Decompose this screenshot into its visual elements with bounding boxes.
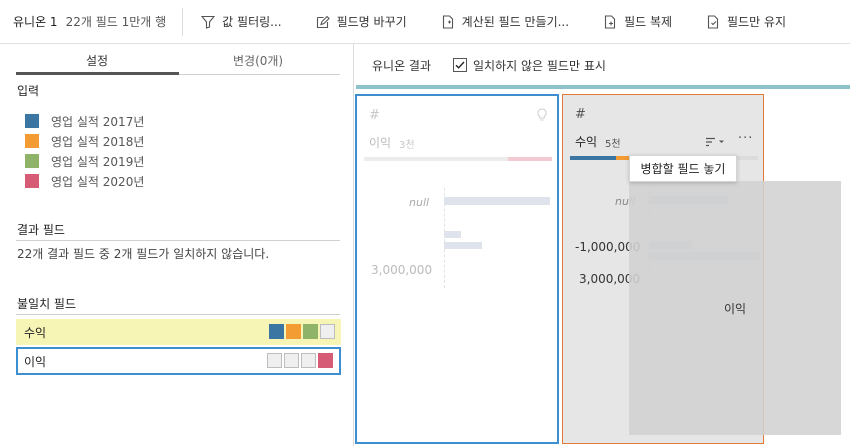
presence-square: [269, 324, 284, 339]
input-color-swatch: [25, 154, 39, 168]
input-label: 영업 실적 2018년: [51, 134, 145, 149]
input-item: 영업 실적 2019년: [25, 151, 144, 171]
step-meta: 22개 필드 1만개 행: [65, 15, 167, 29]
keep-only-icon: [707, 14, 719, 29]
toolbar-divider: [182, 7, 184, 36]
input-distribution-bar: [364, 157, 552, 161]
distinct-count: 5천: [605, 139, 621, 150]
field-name: 이익: [24, 354, 47, 369]
dragged-field-name: 이익: [724, 302, 747, 316]
result-fields-title: 결과 필드: [17, 223, 65, 237]
create-calc-field-label: 계산된 필드 만들기...: [461, 15, 570, 29]
presence-square: [301, 353, 316, 368]
number-type-icon: #: [575, 107, 586, 122]
input-item: 영업 실적 2018년: [25, 131, 144, 151]
rename-field-button[interactable]: 필드명 바꾸기: [316, 13, 407, 30]
more-options-icon[interactable]: ···: [738, 131, 753, 146]
input-presence: [269, 324, 335, 339]
mismatch-fields-title: 불일치 필드: [17, 297, 77, 311]
input-list: 영업 실적 2017년 영업 실적 2018년 영업 실적 2019년 영업 실…: [25, 111, 144, 191]
checkbox[interactable]: [453, 58, 468, 72]
filter-values-label: 값 필터링...: [222, 15, 282, 29]
keep-only-field-button[interactable]: 필드만 유지: [706, 13, 786, 30]
histogram-bar: [444, 231, 461, 238]
sort-icon[interactable]: [705, 137, 725, 147]
step-title: 유니온 1: [13, 15, 58, 29]
header-accent-bar: [356, 85, 850, 89]
distinct-count: 3천: [399, 140, 415, 151]
active-tab-indicator: [16, 72, 179, 75]
presence-square: [286, 324, 301, 339]
check-icon: [455, 61, 465, 69]
number-type-icon: #: [369, 108, 380, 123]
toolbar: 유니온 1 22개 필드 1만개 행 값 필터링... 필드명 바꾸기 계산된 …: [0, 0, 850, 44]
duplicate-field-label: 필드 복제: [624, 15, 673, 29]
lightbulb-icon[interactable]: [537, 108, 547, 122]
histogram-bar: [444, 197, 550, 205]
union-results-header: 유니온 결과 일치하지 않은 필드만 표시: [355, 44, 850, 86]
create-calc-field-button[interactable]: 계산된 필드 만들기...: [441, 13, 569, 30]
mismatch-field-revenue[interactable]: 수익: [16, 319, 341, 345]
presence-square: [320, 324, 335, 339]
filter-icon: [201, 15, 216, 29]
calc-field-icon: [442, 14, 453, 29]
input-color-swatch: [25, 134, 39, 148]
input-presence: [267, 353, 333, 368]
field-card-profit[interactable]: # 이익 3천 null 3,000,000: [355, 94, 559, 444]
input-color-swatch: [25, 174, 39, 188]
divider: [16, 314, 340, 315]
keep-only-field-label: 필드만 유지: [727, 15, 787, 29]
rename-field-label: 필드명 바꾸기: [336, 15, 407, 29]
settings-panel: 설정 변경(0개) 입력 영업 실적 2017년 영업 실적 2018년 영업 …: [0, 44, 354, 446]
duplicate-icon: [605, 14, 616, 29]
filter-values-button[interactable]: 값 필터링...: [201, 13, 282, 30]
input-segment-2017: [570, 156, 616, 160]
union-results-title: 유니온 결과: [372, 58, 432, 73]
inputs-title: 입력: [17, 84, 40, 98]
input-segment-2020: [508, 157, 552, 161]
checkbox-label: 일치하지 않은 필드만 표시: [473, 58, 606, 73]
rename-icon: [316, 15, 330, 28]
input-label: 영업 실적 2020년: [51, 174, 145, 189]
drop-to-merge-tooltip: 병합할 필드 놓기: [629, 155, 737, 182]
result-summary: 22개 결과 필드 중 2개 필드가 일치하지 않습니다.: [17, 247, 270, 261]
field-name: 이익: [369, 136, 392, 150]
field-name: 수익: [575, 135, 598, 149]
field-name: 수익: [24, 325, 47, 340]
presence-square: [284, 353, 299, 368]
input-item: 영업 실적 2020년: [25, 171, 144, 191]
presence-square: [267, 353, 282, 368]
mismatch-field-profit[interactable]: 이익: [16, 347, 341, 375]
divider: [16, 240, 340, 241]
tab-settings[interactable]: 설정: [86, 52, 108, 69]
null-label: null: [409, 196, 430, 209]
presence-square: [303, 324, 318, 339]
axis-label: 3,000,000: [371, 263, 433, 277]
input-color-swatch: [25, 114, 39, 128]
input-item: 영업 실적 2017년: [25, 111, 144, 131]
tab-changes[interactable]: 변경(0개): [233, 52, 283, 69]
input-label: 영업 실적 2017년: [51, 114, 145, 129]
input-label: 영업 실적 2019년: [51, 154, 145, 169]
presence-square: [318, 353, 333, 368]
duplicate-field-button[interactable]: 필드 복제: [603, 13, 672, 30]
settings-tabs: 설정 변경(0개): [16, 44, 340, 75]
show-mismatch-only-toggle[interactable]: 일치하지 않은 필드만 표시: [453, 57, 606, 74]
histogram-bar: [444, 242, 482, 249]
